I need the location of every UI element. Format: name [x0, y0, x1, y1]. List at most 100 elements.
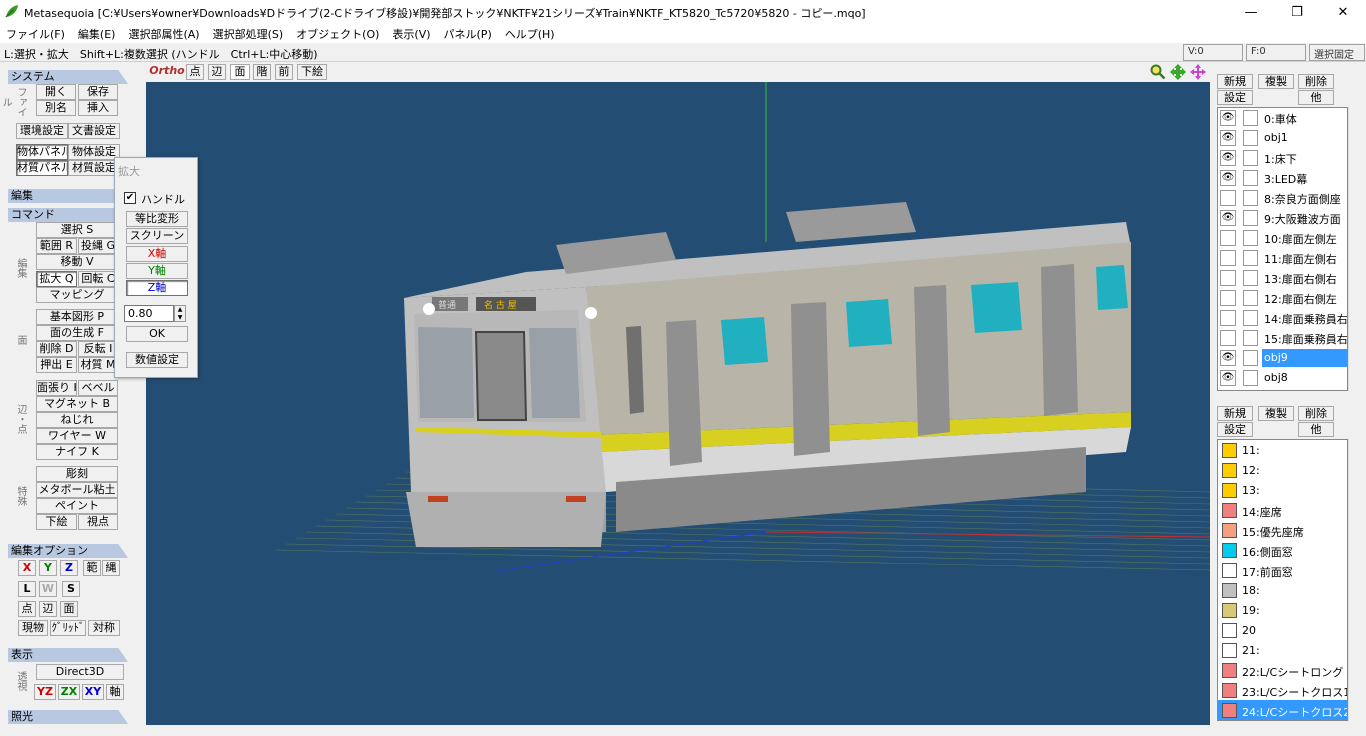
visibility-toggle[interactable] [1220, 290, 1236, 306]
flip-button[interactable]: 反転 I [78, 341, 118, 357]
visibility-eye-icon[interactable]: 👁 [1220, 170, 1236, 186]
object-settings-button[interactable]: 物体設定 [68, 144, 120, 160]
material-row[interactable]: 13: [1218, 480, 1347, 500]
object-duplicate-button[interactable]: 複製 [1258, 74, 1294, 89]
wire-button[interactable]: ワイヤー W [36, 428, 118, 444]
object-delete-button[interactable]: 削除 [1298, 74, 1334, 89]
material-row[interactable]: 21: [1218, 640, 1347, 660]
visibility-toggle[interactable] [1220, 190, 1236, 206]
current-object-button[interactable]: 現物 [18, 620, 48, 636]
object-row[interactable]: 👁 9:大阪難波方面 [1218, 208, 1347, 228]
proportional-button[interactable]: 等比変形 [126, 211, 188, 227]
face-generate-button[interactable]: 面の生成 F [36, 325, 118, 341]
view-faces-button[interactable]: 面 [230, 64, 250, 80]
menu-edit[interactable]: 編集(E) [72, 24, 123, 43]
object-row[interactable]: 11:扉面左側右 [1218, 248, 1347, 268]
y-axis-toggle[interactable]: Y [39, 560, 57, 576]
lock-toggle[interactable] [1243, 250, 1258, 266]
object-row[interactable]: 12:扉面右側左 [1218, 288, 1347, 308]
rotate-tool-button[interactable]: 回転 C [78, 271, 118, 287]
range-tool-button[interactable]: 範囲 R [36, 238, 77, 254]
lock-toggle[interactable] [1243, 190, 1258, 206]
visibility-toggle[interactable] [1220, 310, 1236, 326]
material-new-button[interactable]: 新規 [1217, 406, 1253, 421]
object-row[interactable]: 👁 0:車体 [1218, 108, 1347, 128]
delete-button[interactable]: 削除 D [36, 341, 77, 357]
scale-value-spinner[interactable]: ▲ ▼ [174, 305, 186, 322]
face-mode-toggle[interactable]: 面 [60, 601, 78, 617]
material-delete-button[interactable]: 削除 [1298, 406, 1334, 421]
material-row[interactable]: 11: [1218, 440, 1347, 460]
viewpoint-button[interactable]: 視点 [78, 514, 118, 530]
visibility-eye-icon[interactable]: 👁 [1220, 130, 1236, 146]
object-row[interactable]: 15:扉面乗務員右 [1218, 328, 1347, 348]
menu-object[interactable]: オブジェクト(O) [290, 24, 386, 43]
zoom-icon[interactable] [1150, 64, 1166, 80]
range-option-button[interactable]: 範 [83, 560, 101, 576]
lock-toggle[interactable] [1243, 170, 1258, 186]
lock-toggle[interactable] [1243, 150, 1258, 166]
scale-tool-button[interactable]: 拡大 Q [36, 271, 77, 287]
numeric-settings-button[interactable]: 数値設定 [126, 352, 188, 368]
object-row-selected[interactable]: 👁 obj9 [1218, 348, 1347, 368]
menu-selection-process[interactable]: 選択部処理(S) [207, 24, 291, 43]
lock-toggle[interactable] [1243, 370, 1258, 386]
material-duplicate-button[interactable]: 複製 [1258, 406, 1294, 421]
view-front-button[interactable]: 前 [275, 64, 293, 80]
ortho-toggle[interactable]: Ortho [149, 64, 185, 80]
axis-toggle[interactable]: 軸 [106, 684, 124, 700]
world-toggle[interactable]: W [39, 581, 57, 597]
material-panel-toggle[interactable]: 材質パネル [16, 160, 68, 176]
object-row[interactable]: 8:奈良方面側座 [1218, 188, 1347, 208]
pan-icon[interactable] [1170, 64, 1186, 80]
object-row[interactable]: 👁 3:LED幕 [1218, 168, 1347, 188]
handle-checkbox[interactable]: ✔ [124, 192, 136, 204]
object-new-button[interactable]: 新規 [1217, 74, 1253, 89]
view-hidden-button[interactable]: 階 [253, 64, 271, 80]
material-settings-button[interactable]: 設定 [1217, 422, 1253, 437]
scale-ok-button[interactable]: OK [126, 326, 188, 342]
twist-button[interactable]: ねじれ [36, 412, 118, 428]
rotate-view-icon[interactable] [1190, 64, 1206, 80]
menu-file[interactable]: ファイル(F) [0, 24, 72, 43]
3d-viewport[interactable]: 普通 名 古 屋 [146, 82, 1210, 725]
object-row[interactable]: 10:扉面左側左 [1218, 228, 1347, 248]
save-button[interactable]: 保存 [78, 84, 118, 100]
menu-panel[interactable]: パネル(P) [438, 24, 499, 43]
material-row[interactable]: 18: [1218, 580, 1347, 600]
doc-settings-button[interactable]: 文書設定 [68, 123, 120, 139]
material-row-selected[interactable]: 24:L/Cシートクロス2 [1218, 700, 1347, 720]
y-axis-scale-button[interactable]: Y軸 [126, 263, 188, 279]
knife-button[interactable]: ナイフ K [36, 444, 118, 460]
visibility-toggle[interactable] [1220, 330, 1236, 346]
lock-toggle[interactable] [1243, 210, 1258, 226]
lock-toggle[interactable] [1243, 350, 1258, 366]
material-assign-button[interactable]: 材質 M [78, 357, 118, 373]
lock-toggle[interactable] [1243, 330, 1258, 346]
insert-button[interactable]: 挿入 [78, 100, 118, 116]
metaball-button[interactable]: メタボール粘土 [36, 482, 118, 498]
menu-help[interactable]: ヘルプ(H) [499, 24, 562, 43]
local-toggle[interactable]: L [18, 581, 36, 597]
object-row[interactable]: 14:扉面乗務員右 [1218, 308, 1347, 328]
object-row[interactable]: 👁 obj1 [1218, 128, 1347, 148]
bevel-button[interactable]: ベベル [78, 380, 118, 396]
visibility-toggle[interactable] [1220, 270, 1236, 286]
material-list-scrollbar[interactable] [1348, 439, 1365, 721]
screen-button[interactable]: スクリーン [126, 228, 188, 244]
visibility-eye-icon[interactable]: 👁 [1220, 110, 1236, 126]
visibility-eye-icon[interactable]: 👁 [1220, 210, 1236, 226]
select-tool-button[interactable]: 選択 S [36, 222, 118, 238]
underlay-button[interactable]: 下絵 [36, 514, 77, 530]
object-other-button[interactable]: 他 [1298, 90, 1334, 105]
save-as-button[interactable]: 別名 [36, 100, 76, 116]
material-row[interactable]: 15:優先座席 [1218, 520, 1347, 540]
carve-button[interactable]: 彫刻 [36, 466, 118, 482]
material-row[interactable]: 20 [1218, 620, 1347, 640]
material-other-button[interactable]: 他 [1298, 422, 1334, 437]
magnet-button[interactable]: マグネット B [36, 396, 118, 412]
object-panel-toggle[interactable]: 物体パネル [16, 144, 68, 160]
lock-toggle[interactable] [1243, 110, 1258, 126]
minimize-button[interactable]: — [1228, 0, 1274, 24]
object-row[interactable]: 👁 obj8 [1218, 368, 1347, 388]
